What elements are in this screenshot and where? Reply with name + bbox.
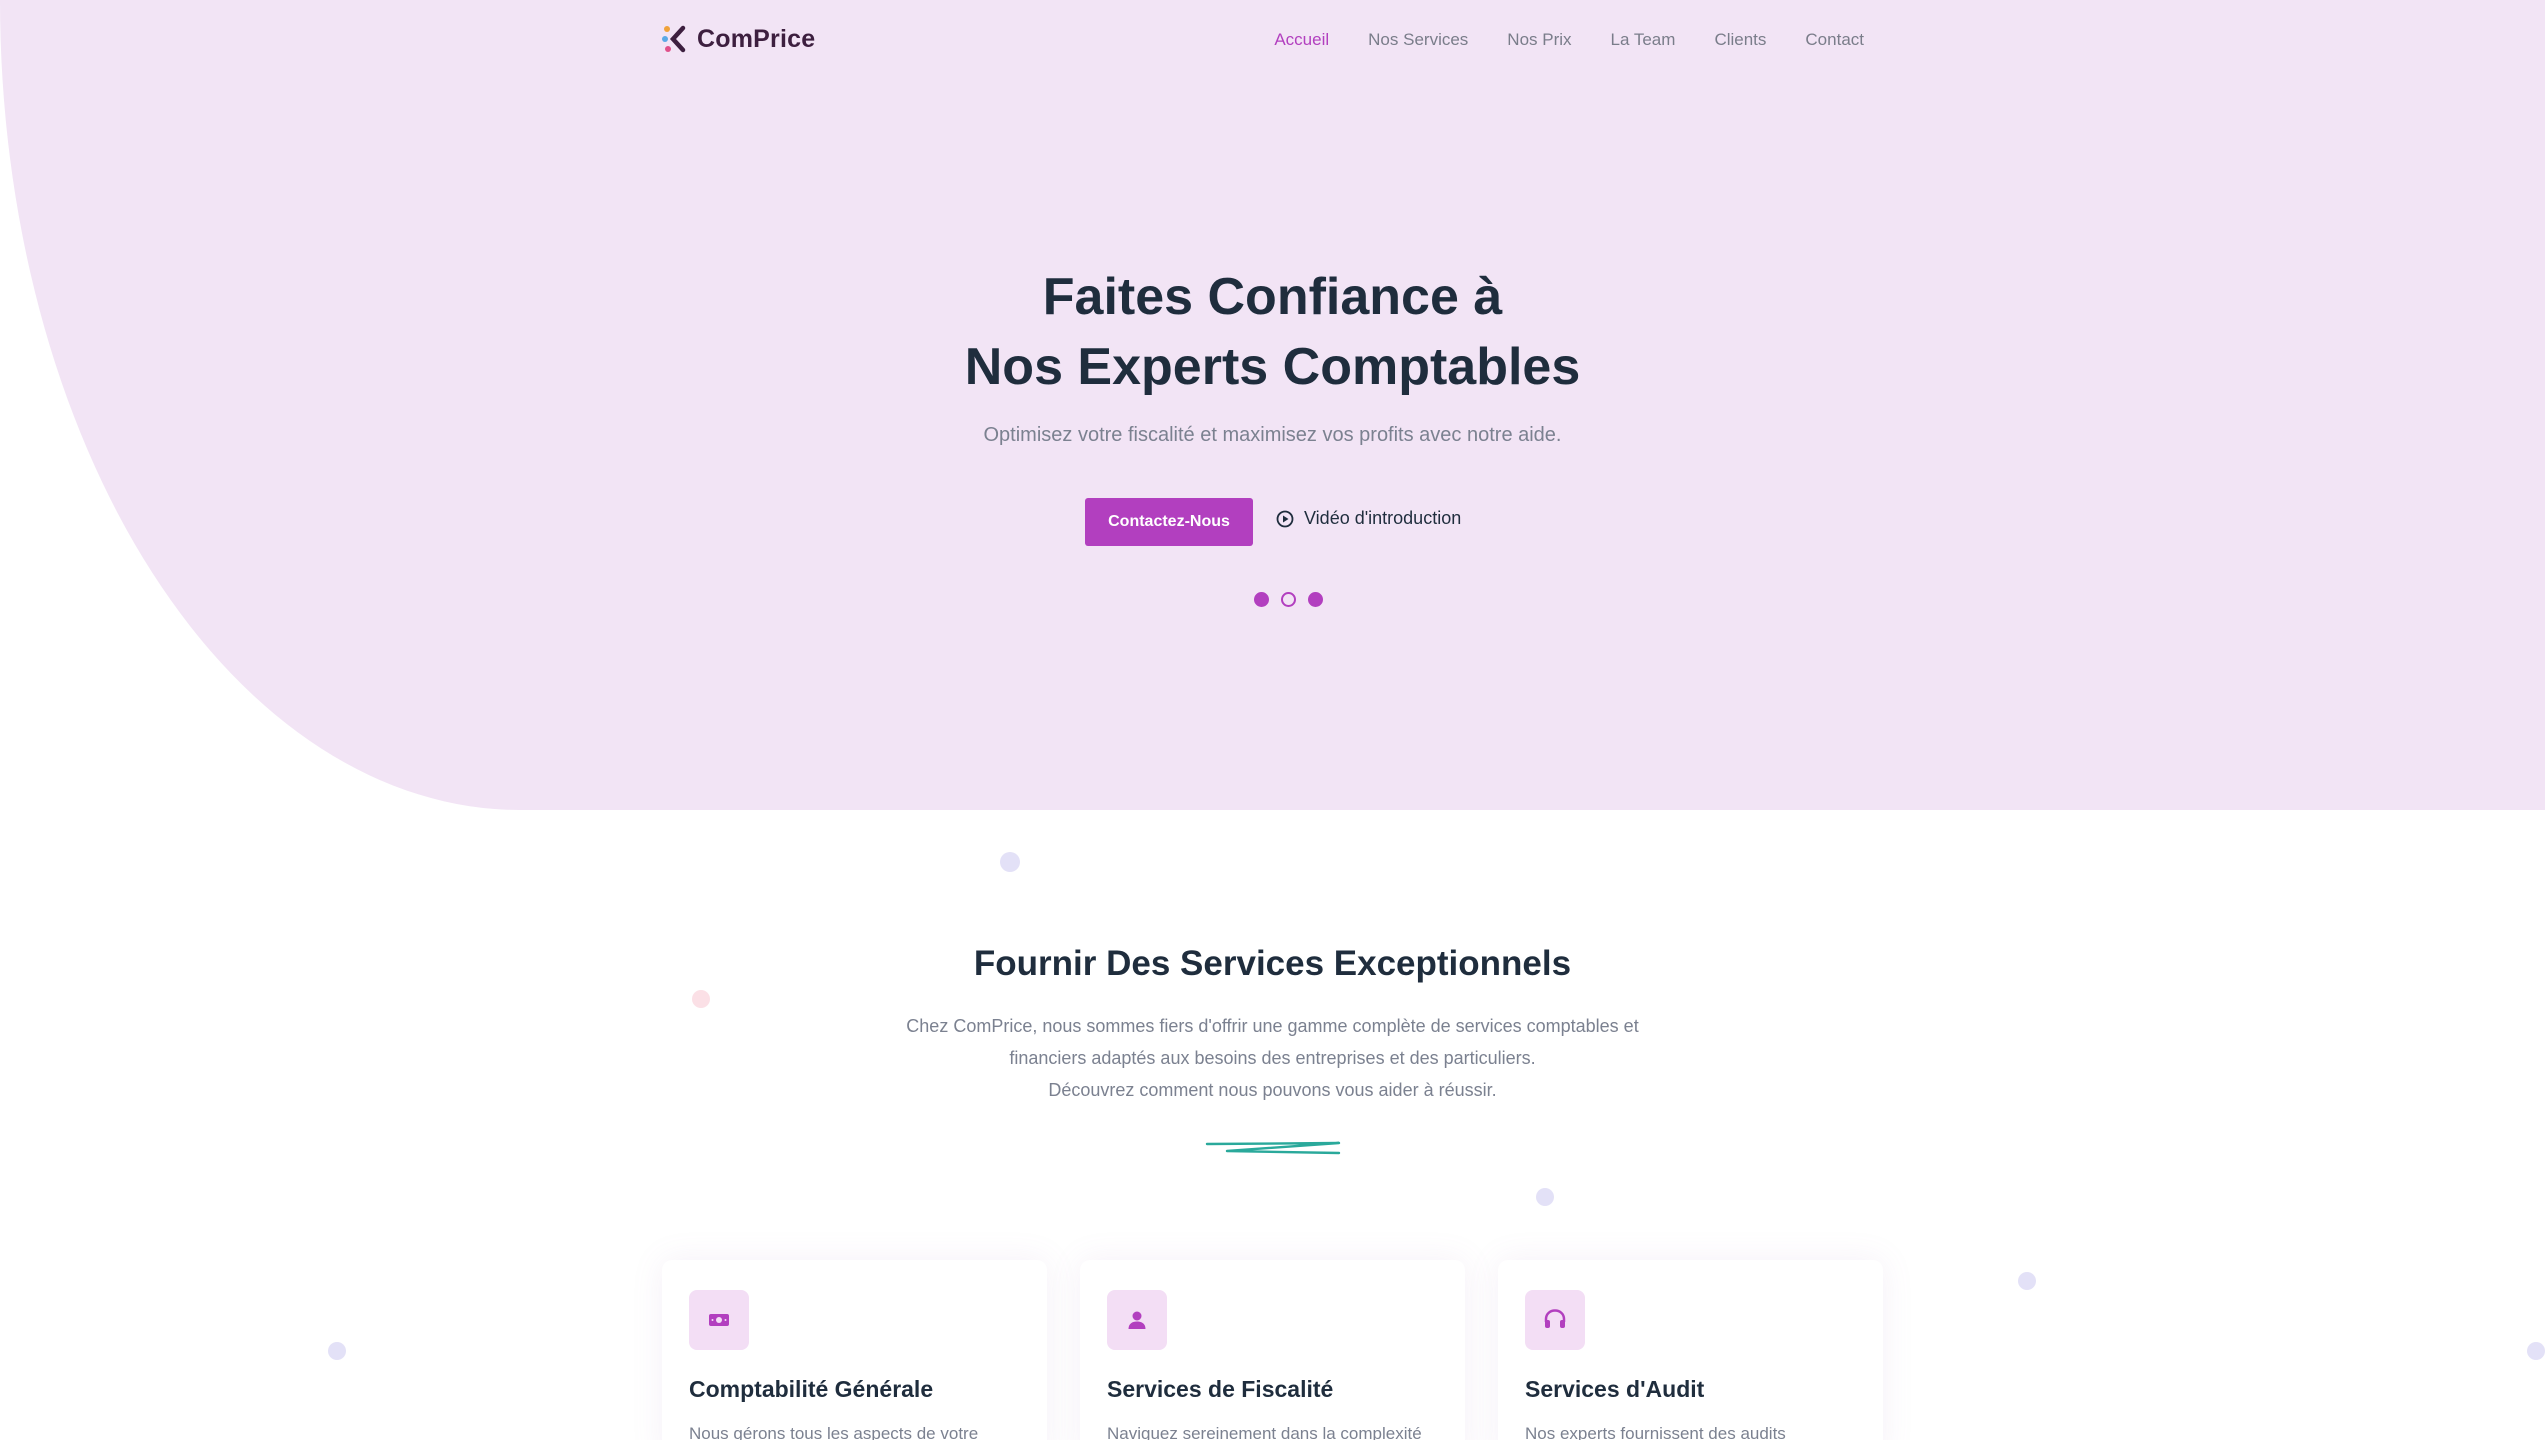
squiggle-divider [1205, 1141, 1341, 1155]
services-description-line3: Découvrez comment nous pouvons vous aide… [1048, 1080, 1497, 1100]
nav-item-nos-services[interactable]: Nos Services [1368, 30, 1468, 50]
nav-item-accueil[interactable]: Accueil [1274, 30, 1329, 50]
play-circle-icon [1276, 510, 1294, 527]
decor-bubble [1000, 852, 1020, 872]
decor-bubble [2527, 1342, 2545, 1360]
contact-us-button[interactable]: Contactez-Nous [1085, 498, 1253, 546]
services-description-line1: Chez ComPrice, nous sommes fiers d'offri… [906, 1016, 1639, 1036]
top-navbar: ComPrice Accueil Nos Services Nos Prix L… [0, 0, 2545, 84]
service-card-text: Naviguez sereinement dans la complexité [1107, 1424, 1422, 1440]
service-card-comptabilite[interactable]: Comptabilité Générale Nous gérons tous l… [662, 1260, 1047, 1440]
service-card-icon-box [689, 1290, 749, 1350]
nav-item-nos-prix[interactable]: Nos Prix [1507, 30, 1571, 50]
service-card-icon-box [1525, 1290, 1585, 1350]
service-card-icon-box [1107, 1290, 1167, 1350]
brand-name: ComPrice [697, 24, 816, 53]
decor-bubble [692, 990, 710, 1008]
brand-logo[interactable]: ComPrice [661, 24, 815, 54]
slider-dot-2[interactable] [1281, 592, 1296, 607]
money-icon [709, 1314, 729, 1326]
services-description-line2: financiers adaptés aux besoins des entre… [1009, 1048, 1536, 1068]
nav-item-clients[interactable]: Clients [1714, 30, 1766, 50]
decor-bubble [2018, 1272, 2036, 1290]
hero-subtitle: Optimisez votre fiscalité et maximisez v… [983, 424, 1562, 446]
hero-title-line2: Nos Experts Comptables [964, 338, 1581, 396]
main-menu: Accueil Nos Services Nos Prix La Team Cl… [1274, 30, 1864, 50]
hero-title: Faites Confiance à Nos Experts Comptable… [0, 262, 2545, 402]
slider-dot-1[interactable] [1254, 592, 1269, 607]
service-card-title: Services de Fiscalité [1107, 1376, 1334, 1402]
hero-slider-dots [1254, 592, 1323, 607]
headset-icon [1544, 1309, 1566, 1328]
service-card-fiscalite[interactable]: Services de Fiscalité Naviguez sereineme… [1080, 1260, 1465, 1440]
service-card-title: Comptabilité Générale [689, 1376, 934, 1402]
service-card-audit[interactable]: Services d'Audit Nos experts fournissent… [1498, 1260, 1883, 1440]
intro-video-button[interactable]: Vidéo d'introduction [1276, 508, 1461, 529]
intro-video-label: Vidéo d'introduction [1304, 508, 1462, 528]
services-description: Chez ComPrice, nous sommes fiers d'offri… [870, 1010, 1675, 1106]
services-title: Fournir Des Services Exceptionnels [973, 944, 1572, 983]
nav-item-la-team[interactable]: La Team [1611, 30, 1676, 50]
hero-title-line1: Faites Confiance à [1042, 268, 1503, 326]
service-card-text: Nos experts fournissent des audits [1525, 1424, 1786, 1440]
user-icon [1128, 1311, 1146, 1329]
service-card-text: Nous gérons tous les aspects de votre [689, 1424, 979, 1440]
decor-bubble [328, 1342, 346, 1360]
nav-item-contact[interactable]: Contact [1805, 30, 1864, 50]
slider-dot-3[interactable] [1308, 592, 1323, 607]
hero-background [0, 0, 2545, 810]
decor-bubble [1536, 1188, 1554, 1206]
logo-icon [662, 25, 686, 53]
service-card-title: Services d'Audit [1525, 1376, 1705, 1402]
